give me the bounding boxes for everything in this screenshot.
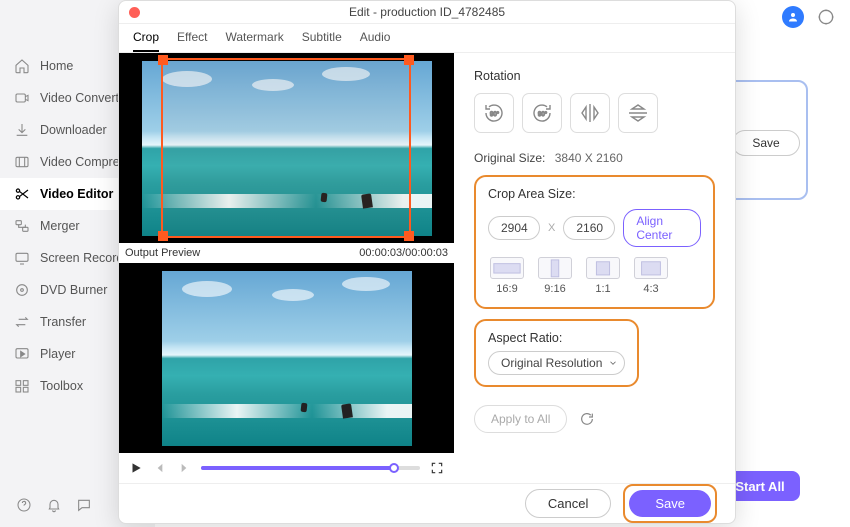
- timeline-slider[interactable]: [201, 466, 420, 470]
- reset-icon[interactable]: [579, 411, 595, 427]
- flip-vertical-button[interactable]: [618, 93, 658, 133]
- ratio-1-1[interactable]: 1:1: [584, 257, 622, 295]
- play-button[interactable]: [129, 461, 143, 475]
- tab-effect[interactable]: Effect: [177, 30, 207, 52]
- output-preview-label: Output Preview: [125, 247, 200, 259]
- ratio-9-16[interactable]: 9:16: [536, 257, 574, 295]
- compressor-icon: [14, 154, 30, 170]
- crop-height-input[interactable]: 2160: [563, 216, 615, 240]
- svg-text:90°: 90°: [490, 112, 500, 118]
- edit-modal: Edit - production ID_4782485 Crop Effect…: [118, 0, 736, 524]
- scissors-icon: [14, 186, 30, 202]
- aspect-ratio-title: Aspect Ratio:: [488, 331, 625, 345]
- modal-footer: Cancel Save: [119, 483, 735, 523]
- sidebar-item-label: Transfer: [40, 315, 86, 329]
- tab-subtitle[interactable]: Subtitle: [302, 30, 342, 52]
- tab-crop[interactable]: Crop: [133, 30, 159, 52]
- edit-tabs: Crop Effect Watermark Subtitle Audio: [119, 24, 735, 53]
- rotation-title: Rotation: [474, 69, 715, 83]
- original-size-row: Original Size: 3840 X 2160: [474, 151, 715, 165]
- toolbox-icon: [14, 378, 30, 394]
- sidebar-item-label: Toolbox: [40, 379, 83, 393]
- crop-area-title: Crop Area Size:: [488, 187, 701, 201]
- sidebar-item-label: Downloader: [40, 123, 107, 137]
- align-center-button[interactable]: Align Center: [623, 209, 701, 247]
- flip-horizontal-button[interactable]: [570, 93, 610, 133]
- original-size-label: Original Size:: [474, 151, 545, 165]
- modal-header: Edit - production ID_4782485: [119, 1, 735, 24]
- output-preview: [119, 263, 454, 453]
- help-icon[interactable]: [16, 497, 32, 513]
- save-highlight: Save: [623, 484, 717, 523]
- original-size-value: 3840 X 2160: [555, 151, 623, 165]
- save-button[interactable]: Save: [629, 490, 711, 517]
- rotate-cw-button[interactable]: 90°: [522, 93, 562, 133]
- avatar[interactable]: [782, 6, 804, 28]
- sidebar-item-label: Video Converter: [40, 91, 130, 105]
- ratio-16-9[interactable]: 16:9: [488, 257, 526, 295]
- apply-to-all-button[interactable]: Apply to All: [474, 405, 567, 433]
- ratio-4-3[interactable]: 4:3: [632, 257, 670, 295]
- home-icon: [14, 58, 30, 74]
- aspect-ratio-group: Aspect Ratio: Original Resolution: [474, 319, 639, 387]
- converter-icon: [14, 90, 30, 106]
- sidebar-item-label: Player: [40, 347, 75, 361]
- sidebar-item-label: DVD Burner: [40, 283, 107, 297]
- player-bar: [119, 453, 454, 483]
- download-icon: [14, 122, 30, 138]
- modal-title: Edit - production ID_4782485: [119, 5, 735, 19]
- crop-area-group: Crop Area Size: 2904 X 2160 Align Center…: [474, 175, 715, 309]
- transfer-icon: [14, 314, 30, 330]
- fullscreen-icon[interactable]: [430, 461, 444, 475]
- bell-icon[interactable]: [46, 497, 62, 513]
- feedback-icon[interactable]: [76, 497, 92, 513]
- merger-icon: [14, 218, 30, 234]
- outer-save-button[interactable]: Save: [732, 130, 800, 156]
- sidebar-item-label: Merger: [40, 219, 80, 233]
- disc-icon: [14, 282, 30, 298]
- cancel-button[interactable]: Cancel: [525, 489, 611, 518]
- crop-preview[interactable]: [119, 53, 454, 243]
- support-icon[interactable]: [816, 7, 836, 27]
- preview-column: Output Preview 00:00:03/00:00:03: [119, 53, 454, 483]
- crop-size-sep: X: [548, 222, 555, 234]
- preview-bar: Output Preview 00:00:03/00:00:03: [119, 243, 454, 263]
- crop-width-input[interactable]: 2904: [488, 216, 540, 240]
- aspect-ratio-dropdown[interactable]: Original Resolution: [488, 351, 625, 375]
- sidebar-item-label: Home: [40, 59, 73, 73]
- crop-handles[interactable]: [161, 58, 411, 238]
- recorder-icon: [14, 250, 30, 266]
- timecode: 00:00:03/00:00:03: [359, 247, 448, 259]
- tab-watermark[interactable]: Watermark: [225, 30, 283, 52]
- sidebar-item-label: Video Editor: [40, 187, 113, 201]
- chevron-down-icon: [608, 358, 618, 368]
- next-frame-button[interactable]: [177, 461, 191, 475]
- tab-audio[interactable]: Audio: [360, 30, 391, 52]
- prev-frame-button[interactable]: [153, 461, 167, 475]
- controls-column: Rotation 90° 90° Original Size: 3840 X 2…: [454, 53, 735, 483]
- play-icon: [14, 346, 30, 362]
- rotate-ccw-button[interactable]: 90°: [474, 93, 514, 133]
- svg-text:90°: 90°: [538, 112, 548, 118]
